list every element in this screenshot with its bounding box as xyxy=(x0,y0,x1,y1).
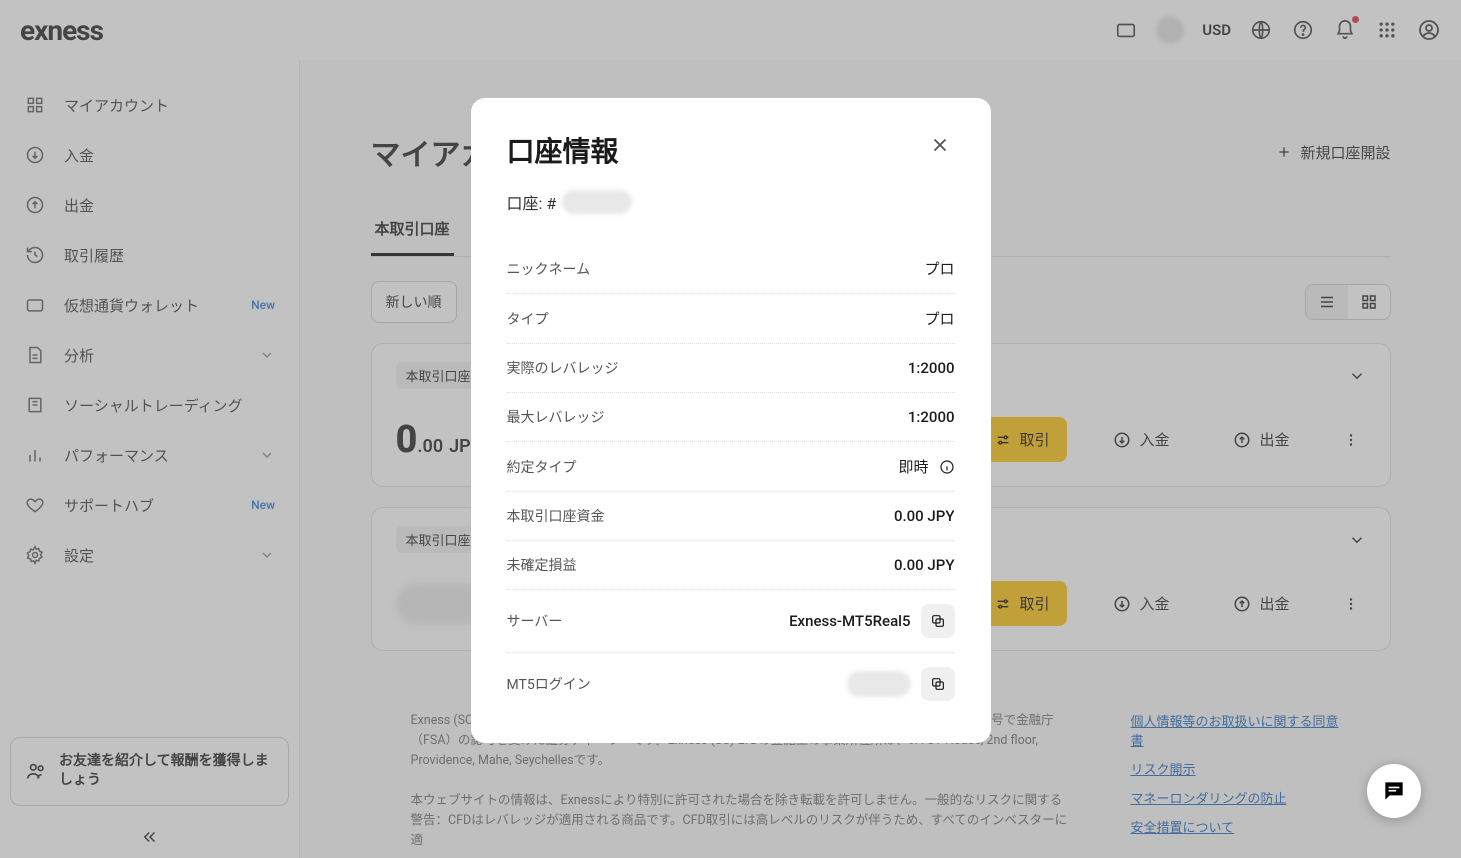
info-value: 0.00 JPY xyxy=(894,556,955,574)
info-label: ニックネーム xyxy=(507,259,591,279)
account-number-hidden xyxy=(562,190,632,214)
info-value: 1:2000 xyxy=(908,408,955,426)
info-label: 本取引口座資金 xyxy=(507,506,605,526)
info-row-server: サーバー Exness-MT5Real5 xyxy=(507,590,955,653)
info-row-real-leverage: 実際のレバレッジ 1:2000 xyxy=(507,344,955,393)
account-number-prefix: 口座: # xyxy=(507,190,557,214)
info-value: プロ xyxy=(924,258,954,279)
info-label: 約定タイプ xyxy=(507,457,577,477)
info-value xyxy=(847,667,955,701)
copy-button[interactable] xyxy=(921,667,955,701)
info-label: 未確定損益 xyxy=(507,555,577,575)
chat-button[interactable] xyxy=(1367,764,1421,818)
account-number: 口座: # xyxy=(507,190,955,214)
info-row-type: タイプ プロ xyxy=(507,294,955,344)
info-label: 実際のレバレッジ xyxy=(507,358,619,378)
info-row-nickname: ニックネーム プロ xyxy=(507,244,955,294)
copy-icon xyxy=(930,613,946,629)
info-row-max-leverage: 最大レバレッジ 1:2000 xyxy=(507,393,955,442)
login-value-hidden xyxy=(847,671,911,697)
account-info-modal: 口座情報 口座: # ニックネーム プロ タイプ プロ 実際のレバレッジ 1:2… xyxy=(471,98,991,743)
exec-value-text: 即時 xyxy=(898,456,928,477)
info-label: サーバー xyxy=(507,611,563,631)
info-row-execution-type: 約定タイプ 即時 xyxy=(507,442,955,492)
info-value: プロ xyxy=(924,308,954,329)
close-button[interactable] xyxy=(925,130,955,160)
info-value: Exness-MT5Real5 xyxy=(789,604,954,638)
info-value: 1:2000 xyxy=(908,359,955,377)
info-row-mt5-login: MT5ログイン xyxy=(507,653,955,715)
info-label: MT5ログイン xyxy=(507,674,591,694)
info-value: 0.00 JPY xyxy=(894,507,955,525)
modal-title: 口座情報 xyxy=(507,130,619,170)
info-label: タイプ xyxy=(507,309,549,329)
info-value: 即時 xyxy=(898,456,954,477)
info-row-funds: 本取引口座資金 0.00 JPY xyxy=(507,492,955,541)
copy-button[interactable] xyxy=(921,604,955,638)
chat-icon xyxy=(1381,778,1407,804)
server-value-text: Exness-MT5Real5 xyxy=(789,612,910,630)
info-label: 最大レバレッジ xyxy=(507,407,605,427)
info-icon[interactable] xyxy=(939,459,955,475)
copy-icon xyxy=(930,676,946,692)
close-icon xyxy=(929,134,951,156)
info-row-pnl: 未確定損益 0.00 JPY xyxy=(507,541,955,590)
